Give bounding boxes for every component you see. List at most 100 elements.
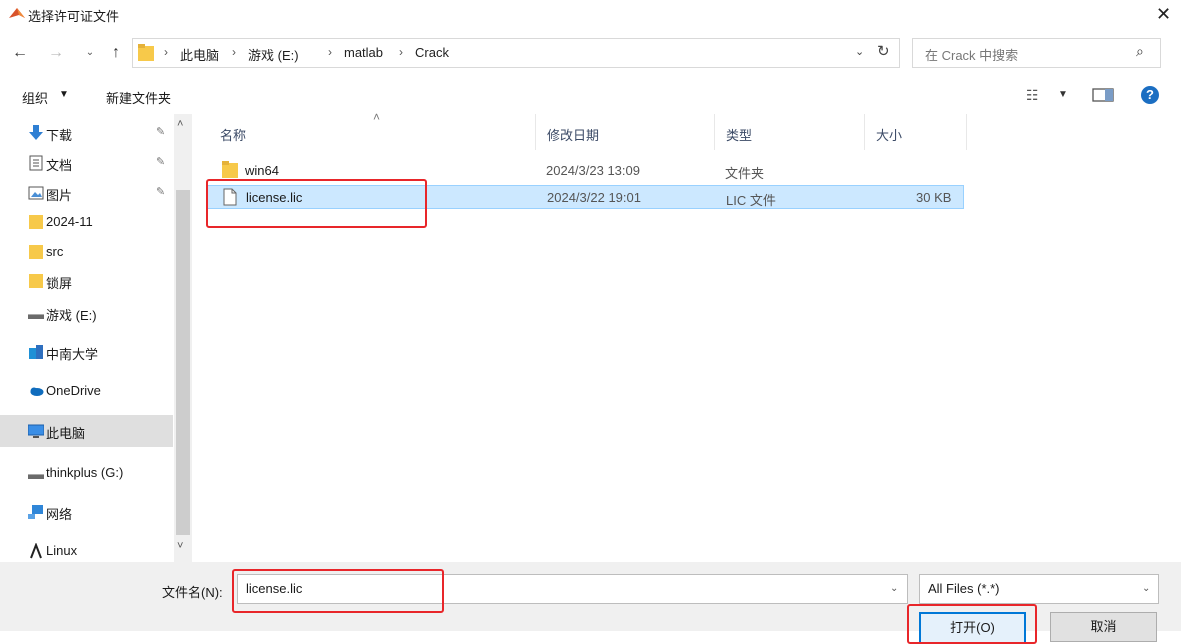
chevron-down-icon[interactable]: ▼ — [59, 89, 69, 100]
sidebar-item-label: 游戏 (E:) — [46, 308, 97, 323]
column-header-size[interactable]: 大小 — [876, 125, 902, 144]
file-modified: 2024/3/22 19:01 — [547, 190, 641, 205]
scroll-down-icon[interactable]: ˅ — [177, 540, 183, 552]
annotation-highlight-open — [907, 604, 1037, 644]
file-name: win64 — [245, 163, 279, 178]
sidebar-item-pictures[interactable]: 图片 ✎ — [0, 177, 173, 209]
file-type-filter-value: All Files (*.*) — [928, 581, 1000, 596]
sidebar-item-network[interactable]: 网络 — [0, 496, 173, 528]
sidebar-item-this-pc[interactable]: 此电脑 — [0, 415, 173, 447]
sidebar-item-label: 2024-11 — [46, 214, 93, 229]
sidebar-item-label: 图片 — [46, 188, 73, 203]
title-bar: 选择许可证文件 ✕ — [0, 0, 1181, 30]
sidebar-item-src[interactable]: src — [0, 236, 173, 268]
sidebar-item-organization[interactable]: 中南大学 — [0, 336, 173, 368]
breadcrumb-matlab[interactable]: matlab — [344, 45, 383, 60]
annotation-highlight-filename — [232, 569, 444, 613]
computer-icon — [28, 424, 44, 438]
file-modified: 2024/3/23 13:09 — [546, 163, 640, 178]
column-divider[interactable] — [535, 114, 536, 150]
breadcrumb-this-pc[interactable]: 此电脑 — [180, 45, 219, 64]
sidebar-item-drive-e[interactable]: 游戏 (E:) — [0, 297, 173, 329]
sidebar-item-2024-11[interactable]: 2024-11 — [0, 206, 173, 238]
folder-icon — [29, 274, 43, 288]
sidebar-item-downloads[interactable]: 下载 ✎ — [0, 117, 173, 149]
breadcrumb-separator: › — [328, 45, 332, 59]
breadcrumb-crack[interactable]: Crack — [415, 45, 449, 60]
sidebar-item-lockscreen[interactable]: 锁屏 — [0, 265, 173, 297]
column-divider[interactable] — [966, 114, 967, 150]
sidebar-item-label: thinkplus (G:) — [46, 465, 124, 480]
column-header-modified[interactable]: 修改日期 — [547, 125, 599, 144]
cloud-icon — [30, 387, 44, 396]
column-divider[interactable] — [714, 114, 715, 150]
sidebar-item-label: 此电脑 — [46, 426, 86, 441]
breadcrumb-separator: › — [164, 45, 168, 59]
drive-icon — [28, 474, 44, 479]
forward-button[interactable]: → — [46, 43, 66, 63]
preview-pane-icon[interactable] — [1092, 88, 1114, 102]
sidebar-item-label: 锁屏 — [46, 276, 73, 291]
folder-icon — [29, 245, 43, 259]
file-type: LIC 文件 — [726, 193, 776, 208]
pin-icon[interactable]: ✎ — [156, 155, 165, 168]
breadcrumb-separator: › — [232, 45, 236, 59]
sidebar-item-label: 下载 — [46, 128, 73, 143]
new-folder-button[interactable]: 新建文件夹 — [106, 88, 171, 107]
sidebar-item-label: OneDrive — [46, 383, 101, 398]
sidebar-item-linux[interactable]: Linux — [0, 535, 173, 562]
sidebar-item-documents[interactable]: 文档 ✎ — [0, 147, 173, 179]
sidebar-scrollbar-thumb[interactable] — [176, 190, 190, 535]
address-bar[interactable]: › 此电脑 › 游戏 (E:) › matlab › Crack ⌄ ↻ — [132, 38, 900, 68]
sidebar-item-onedrive[interactable]: OneDrive — [0, 375, 173, 407]
sort-ascending-icon: ˄ — [373, 110, 381, 124]
sidebar-item-label: 网络 — [46, 507, 73, 522]
command-bar: 组织 ▼ 新建文件夹 ☷ ▼ ? — [0, 78, 1181, 114]
address-dropdown-button[interactable]: ⌄ — [855, 45, 864, 58]
filename-label: 文件名(N): — [162, 585, 223, 600]
search-placeholder: 在 Crack 中搜索 — [925, 48, 1019, 63]
folder-icon — [138, 44, 154, 61]
help-icon[interactable]: ? — [1141, 86, 1159, 104]
search-icon[interactable]: ⌕ — [1136, 43, 1144, 60]
linux-icon — [30, 543, 42, 559]
up-button[interactable]: ↑ — [106, 43, 126, 63]
address-row: ← → ⌄ ↑ › 此电脑 › 游戏 (E:) › matlab › Crack… — [0, 34, 1181, 72]
chevron-down-icon[interactable]: ▼ — [1058, 89, 1068, 100]
file-type: 文件夹 — [725, 166, 765, 181]
folder-icon — [222, 161, 238, 178]
recent-locations-button[interactable]: ⌄ — [80, 43, 100, 63]
file-type-filter-select[interactable]: All Files (*.*) ⌄ — [919, 574, 1159, 604]
breadcrumb-drive-e[interactable]: 游戏 (E:) — [248, 45, 299, 64]
sidebar-item-label: Linux — [46, 543, 78, 558]
window-title: 选择许可证文件 — [28, 9, 120, 24]
pin-icon[interactable]: ✎ — [156, 125, 165, 138]
column-divider[interactable] — [864, 114, 865, 150]
refresh-icon[interactable]: ↻ — [877, 42, 890, 60]
file-size: 30 KB — [916, 190, 952, 205]
column-header-type[interactable]: 类型 — [726, 125, 752, 144]
back-button[interactable]: ← — [10, 43, 30, 63]
breadcrumb-separator: › — [399, 45, 403, 59]
matlab-icon — [9, 8, 25, 18]
organize-button[interactable]: 组织 — [22, 88, 48, 107]
documents-icon — [29, 155, 43, 171]
network-icon — [28, 505, 43, 519]
annotation-highlight-file — [206, 179, 427, 228]
pin-icon[interactable]: ✎ — [156, 185, 165, 198]
organization-icon — [29, 345, 43, 359]
close-button[interactable]: ✕ — [1146, 0, 1181, 28]
chevron-down-icon[interactable]: ⌄ — [890, 583, 898, 594]
sidebar-item-label: 文档 — [46, 158, 73, 173]
pictures-icon — [28, 186, 44, 200]
cancel-button[interactable]: 取消 — [1050, 612, 1157, 642]
scroll-up-icon[interactable]: ˄ — [177, 118, 183, 130]
search-input[interactable]: 在 Crack 中搜索 ⌕ — [912, 38, 1161, 68]
chevron-down-icon[interactable]: ⌄ — [1142, 583, 1150, 594]
view-options-icon[interactable]: ☷ — [1026, 87, 1039, 104]
sidebar-item-drive-g[interactable]: thinkplus (G:) — [0, 457, 173, 489]
column-header-name[interactable]: 名称 — [220, 125, 246, 144]
drive-icon — [28, 314, 44, 319]
sidebar-item-label: 中南大学 — [46, 347, 99, 362]
folder-icon — [29, 215, 43, 229]
